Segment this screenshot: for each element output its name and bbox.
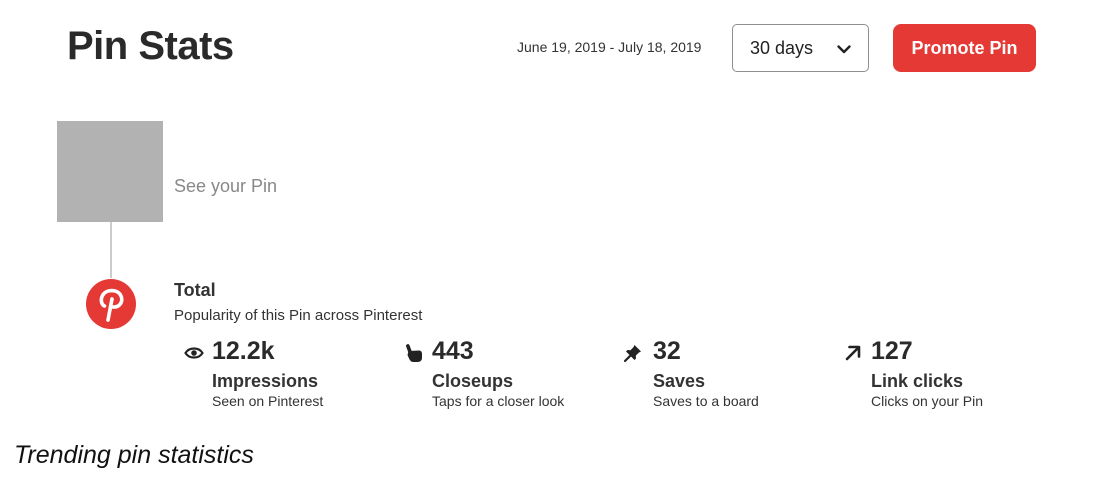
- figure-caption: Trending pin statistics: [14, 441, 254, 469]
- see-your-pin-link[interactable]: See your Pin: [174, 176, 277, 197]
- hand-pointer-icon: [406, 344, 422, 362]
- date-range-dropdown-value: 30 days: [750, 38, 814, 58]
- page-title: Pin Stats: [67, 24, 234, 68]
- stat-description: Seen on Pinterest: [212, 393, 324, 409]
- chevron-down-icon: [837, 45, 851, 54]
- date-range-dropdown[interactable]: 30 days: [732, 24, 869, 72]
- pin-thumbnail[interactable]: [57, 121, 163, 222]
- date-range: June 19, 2019 - July 18, 2019: [517, 39, 702, 55]
- stat-value: 32: [653, 337, 681, 365]
- stat-name: Impressions: [212, 371, 319, 391]
- stat-value: 443: [432, 337, 474, 365]
- stat-value: 127: [871, 337, 913, 365]
- stat-name: Link clicks: [871, 371, 964, 391]
- stat-value: 12.2k: [212, 337, 275, 365]
- pin-icon: [623, 345, 641, 363]
- total-subtitle: Popularity of this Pin across Pinterest: [174, 307, 423, 324]
- connector-line: [110, 222, 112, 278]
- total-heading: Total: [174, 280, 216, 300]
- pinterest-logo-icon: [86, 279, 136, 329]
- stat-name: Closeups: [432, 371, 514, 391]
- promote-pin-button[interactable]: Promote Pin: [893, 24, 1036, 72]
- stat-description: Taps for a closer look: [432, 393, 565, 409]
- stat-name: Saves: [653, 371, 706, 391]
- arrow-up-right-icon: [845, 345, 861, 361]
- eye-icon: [184, 347, 204, 359]
- stat-description: Clicks on your Pin: [871, 393, 984, 409]
- stat-description: Saves to a board: [653, 393, 759, 409]
